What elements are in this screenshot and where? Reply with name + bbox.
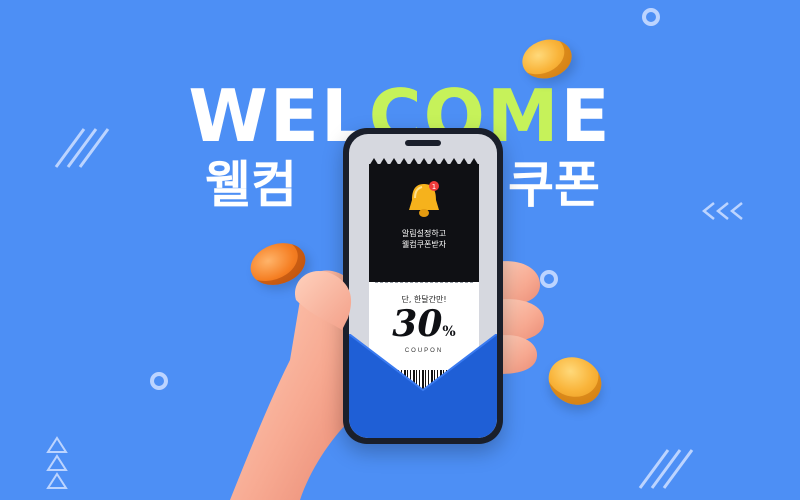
coupon-divider	[375, 282, 473, 283]
coupon-notice: 알림설정하고 웰컴쿠폰받자	[369, 228, 479, 250]
notice-line-2: 웰컴쿠폰받자	[401, 240, 447, 249]
notice-line-1: 알림설정하고	[401, 229, 447, 238]
bell-icon: 1	[409, 181, 439, 217]
phone-device: 1 알림설정하고 웰컴쿠폰받자 단, 한달간만! 30% COUPON	[343, 128, 503, 444]
phone-notch	[405, 140, 441, 146]
coupon-header: 1 알림설정하고 웰컴쿠폰받자	[369, 158, 479, 282]
coupon-envelope	[349, 334, 497, 438]
ticket-edge	[369, 158, 479, 166]
svg-text:1: 1	[432, 183, 436, 191]
welcome-coupon-banner: WELCOME 웰컴 쿠폰 1 알림설정하고 웰컴쿠폰받자 단, 한달간만! 3…	[0, 0, 800, 500]
phone-screen: 1 알림설정하고 웰컴쿠폰받자 단, 한달간만! 30% COUPON	[349, 134, 497, 438]
